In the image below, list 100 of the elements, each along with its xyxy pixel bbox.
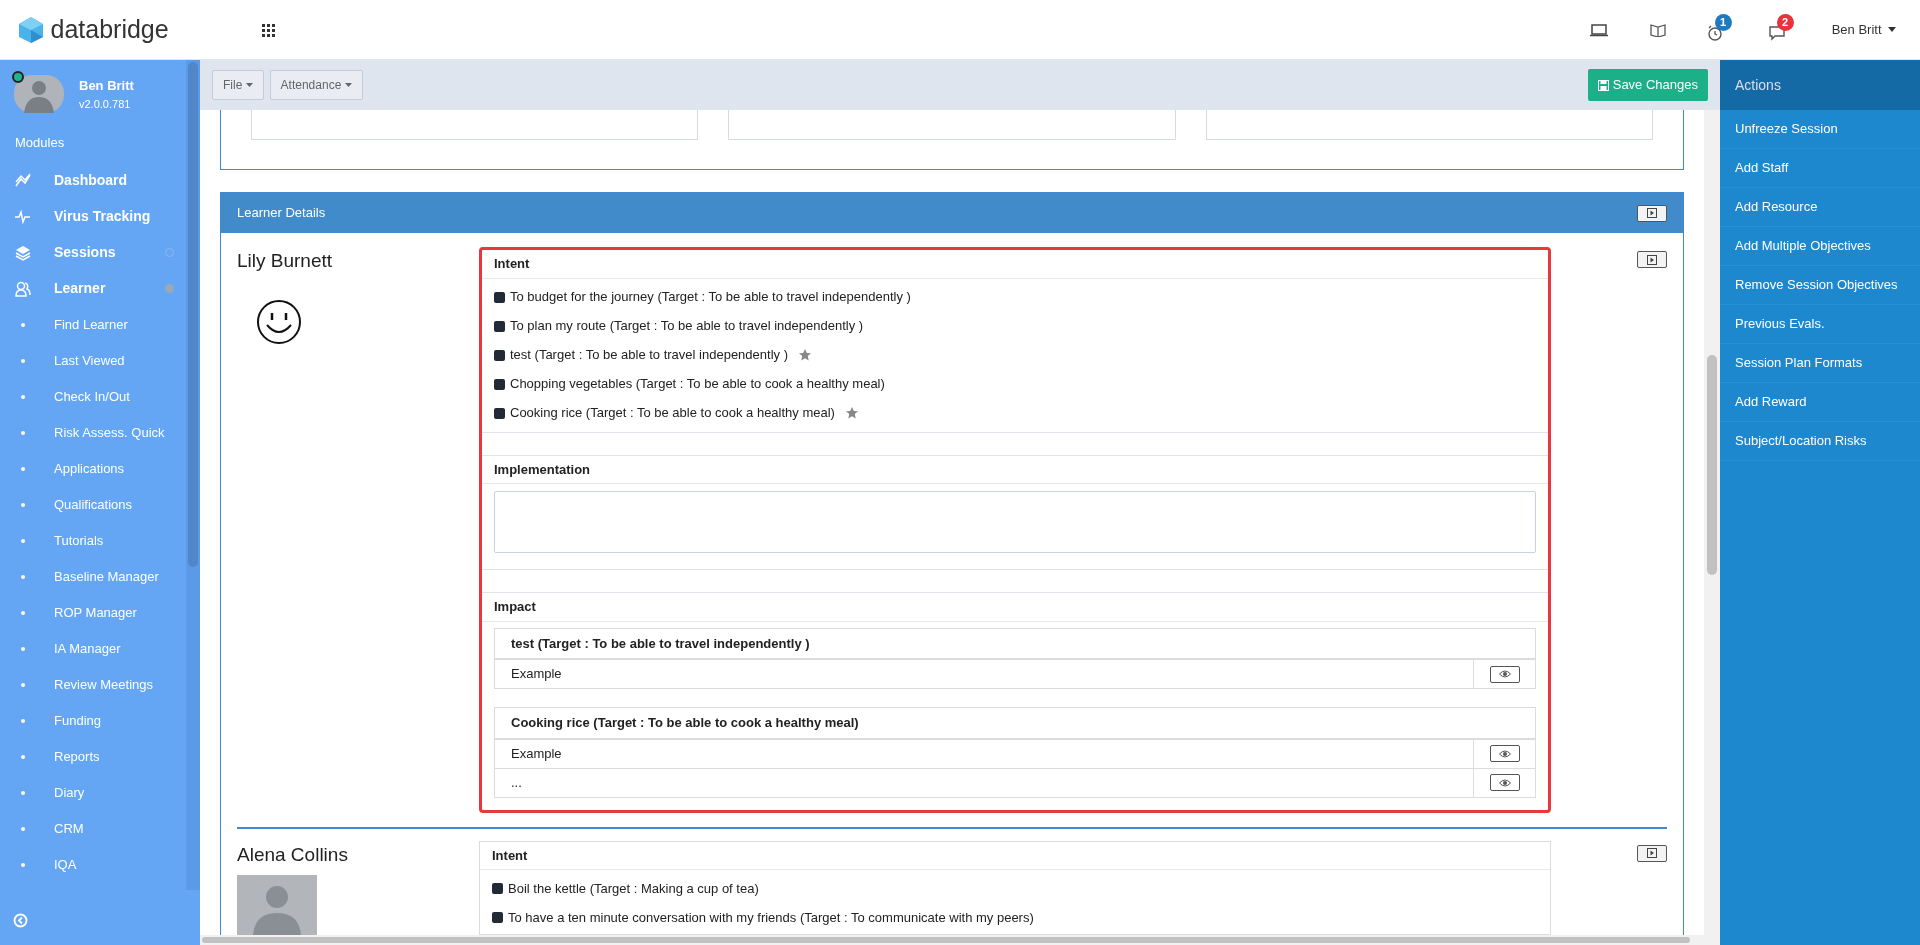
logo-icon bbox=[18, 15, 44, 44]
user-menu[interactable]: Ben Britt bbox=[1827, 15, 1900, 44]
bullet-icon bbox=[21, 682, 25, 687]
dropdown-button[interactable]: File bbox=[212, 70, 264, 100]
sidebar-subitem[interactable]: ROP Manager bbox=[0, 594, 186, 631]
layers-icon bbox=[15, 244, 31, 261]
version-text: v2.0.0.781 bbox=[79, 96, 132, 112]
sidebar-subitem[interactable]: Baseline Manager bbox=[0, 558, 186, 595]
sidebar-item[interactable]: Virus Tracking bbox=[0, 198, 186, 235]
bullet-icon bbox=[21, 358, 25, 363]
bullet-icon bbox=[494, 320, 505, 332]
bullet-icon bbox=[21, 610, 25, 615]
sidebar-item[interactable]: Dashboard bbox=[0, 162, 186, 199]
chat-button[interactable]: 2 bbox=[1765, 13, 1794, 46]
sidebar-subitem[interactable]: Find Learner bbox=[0, 306, 186, 343]
bullet-icon bbox=[494, 407, 505, 419]
eye-icon bbox=[1498, 778, 1511, 787]
bullet-icon bbox=[494, 291, 505, 303]
bullet-icon bbox=[21, 394, 25, 399]
sidebar-subitem[interactable]: Applications bbox=[0, 450, 186, 487]
eye-icon bbox=[1498, 749, 1511, 758]
sidebar-subitem[interactable]: Check In/Out bbox=[0, 378, 186, 415]
bullet-icon bbox=[21, 754, 25, 759]
sidebar-subitem[interactable]: IA Manager bbox=[0, 630, 186, 667]
expand-button[interactable] bbox=[1637, 204, 1667, 222]
action-link[interactable]: Add Staff bbox=[1720, 149, 1920, 188]
bullet-icon bbox=[494, 378, 505, 390]
grid-icon bbox=[262, 23, 275, 37]
scrollbar-thumb[interactable] bbox=[202, 937, 1690, 943]
save-icon bbox=[1598, 79, 1610, 91]
sidebar-subitem[interactable]: IQA bbox=[0, 846, 186, 883]
objective-text: To plan my route (Target : To be able to travel independently ) bbox=[510, 317, 864, 336]
eye-icon bbox=[1498, 670, 1511, 678]
scrollbar-thumb[interactable] bbox=[1707, 355, 1717, 575]
sidebar-subitem[interactable]: Tutorials bbox=[0, 522, 186, 559]
table-heading: Cooking rice (Target : To be able to cook a healthy meal) bbox=[495, 708, 1535, 739]
pulse-icon bbox=[15, 208, 31, 225]
card-title: Learner Details bbox=[237, 204, 326, 223]
bullet-icon bbox=[492, 912, 503, 923]
panel-title: Actions bbox=[1720, 60, 1920, 110]
objective-text: To budget for the journey (Target : To be able to travel independently ) bbox=[510, 288, 911, 307]
section-heading: Intent bbox=[480, 841, 1550, 870]
user-name: Ben Britt bbox=[79, 77, 134, 95]
sidebar-item[interactable]: Learner bbox=[0, 270, 186, 307]
table-cell-text: ... bbox=[510, 773, 523, 792]
scrollbar-thumb[interactable] bbox=[188, 62, 198, 567]
brand-name: databridge bbox=[50, 13, 169, 45]
action-link[interactable]: Subject/Location Risks bbox=[1720, 422, 1920, 461]
avatar bbox=[14, 75, 64, 113]
smiley-icon bbox=[255, 297, 303, 346]
section-heading: Intent bbox=[482, 250, 1548, 279]
play-icon bbox=[1647, 254, 1657, 265]
table-cell-text: Example bbox=[510, 744, 563, 763]
section-heading: Implementation bbox=[482, 454, 1548, 484]
view-button[interactable] bbox=[1489, 774, 1520, 791]
dropdown-button[interactable]: Attendance bbox=[269, 70, 363, 100]
action-link[interactable]: Unfreeze Session bbox=[1720, 110, 1920, 149]
save-button[interactable]: Save Changes bbox=[1588, 69, 1708, 101]
people-icon bbox=[15, 280, 31, 297]
table-heading: test (Target : To be able to travel independently ) bbox=[495, 628, 1535, 659]
line-chart-icon bbox=[15, 172, 31, 189]
sidebar-subitem[interactable]: Funding bbox=[0, 702, 186, 739]
sidebar-item[interactable]: Sessions bbox=[0, 234, 186, 271]
sidebar-subitem[interactable]: Last Viewed bbox=[0, 342, 186, 379]
alarm-clock-icon bbox=[1706, 25, 1723, 42]
caret-icon bbox=[344, 83, 352, 87]
sidebar-subitem[interactable]: Qualifications bbox=[0, 486, 186, 523]
view-button[interactable] bbox=[1489, 745, 1520, 762]
bullet-icon bbox=[21, 826, 25, 831]
bullet-icon bbox=[21, 646, 25, 651]
bullet-icon bbox=[21, 862, 25, 867]
sidebar-subitem[interactable]: Review Meetings bbox=[0, 666, 186, 703]
bullet-icon bbox=[21, 322, 25, 327]
bullet-icon bbox=[21, 718, 25, 723]
objective-text: Chopping vegetables (Target : To be able to cook a healthy meal) bbox=[510, 375, 885, 394]
action-link[interactable]: Remove Session Objectives bbox=[1720, 266, 1920, 305]
chat-icon bbox=[1768, 25, 1785, 42]
action-link[interactable]: Add Resource bbox=[1720, 188, 1920, 227]
bullet-icon bbox=[21, 538, 25, 543]
notification-badge: 2 bbox=[1776, 13, 1794, 31]
action-link[interactable]: Session Plan Formats bbox=[1720, 344, 1920, 383]
bullet-icon bbox=[494, 349, 505, 361]
action-link[interactable]: Previous Evals. bbox=[1720, 305, 1920, 344]
view-button[interactable] bbox=[1489, 665, 1520, 683]
bullet-icon bbox=[21, 502, 25, 507]
objective-text: Cooking rice (Target : To be able to cook a healthy meal) bbox=[510, 404, 835, 423]
sidebar-subitem[interactable]: Diary bbox=[0, 774, 186, 811]
bullet-icon bbox=[21, 466, 25, 471]
action-link[interactable]: Add Reward bbox=[1720, 383, 1920, 422]
alarm-clock-button[interactable]: 1 bbox=[1703, 13, 1732, 46]
expand-button[interactable] bbox=[1637, 844, 1667, 862]
sidebar-subitem[interactable]: CRM bbox=[0, 810, 186, 847]
objective-text: To have a ten minute conversation with my friends (Target : To communicate with my peers) bbox=[508, 908, 1034, 927]
objective-text: test (Target : To be able to travel independently ) bbox=[510, 346, 788, 365]
sidebar-subitem[interactable]: Risk Assess. Quick bbox=[0, 414, 186, 451]
notification-badge: 1 bbox=[1714, 13, 1732, 31]
bullet-icon bbox=[21, 430, 25, 435]
sidebar-subitem[interactable]: Reports bbox=[0, 738, 186, 775]
action-link[interactable]: Add Multiple Objectives bbox=[1720, 227, 1920, 266]
expand-button[interactable] bbox=[1637, 251, 1667, 268]
